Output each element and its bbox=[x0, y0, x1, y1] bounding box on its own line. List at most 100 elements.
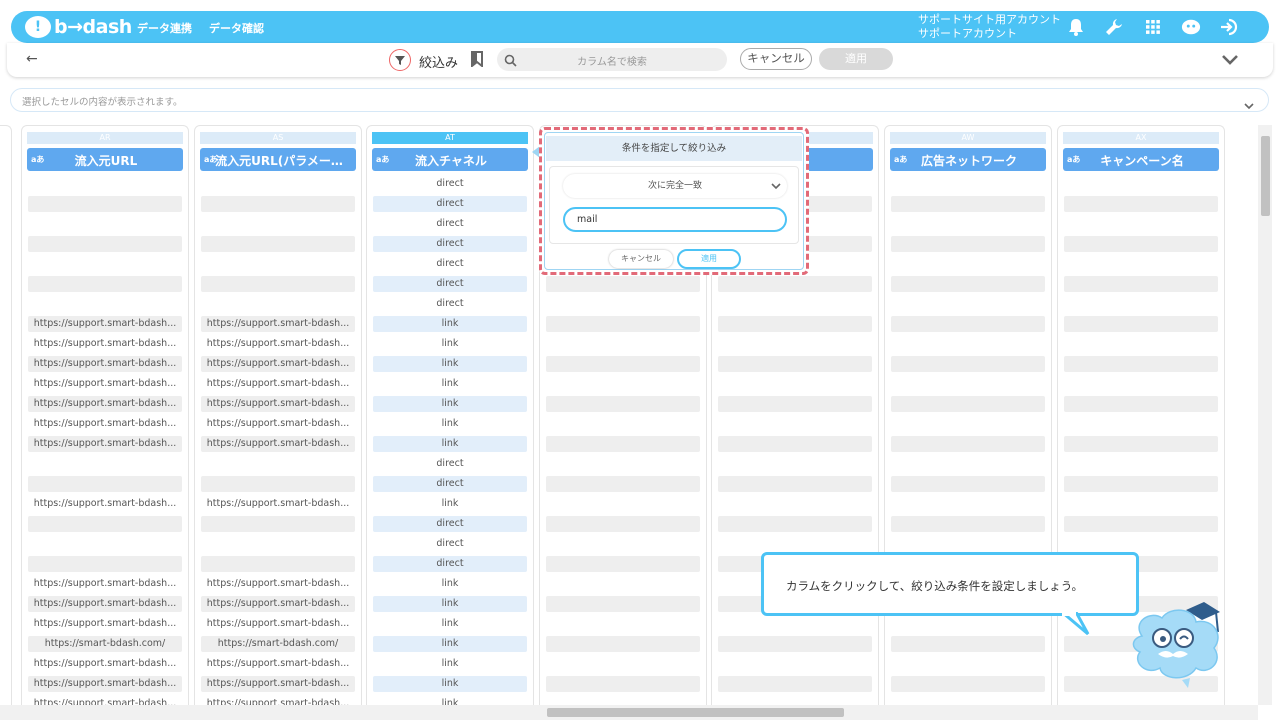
table-cell[interactable] bbox=[546, 636, 700, 652]
table-cell[interactable]: https://support.smart-bdash... bbox=[201, 396, 355, 412]
table-cell[interactable]: link bbox=[373, 376, 527, 392]
table-cell[interactable] bbox=[1064, 516, 1218, 532]
table-cell[interactable] bbox=[891, 536, 1045, 552]
table-cell[interactable]: https://support.smart-bdash... bbox=[28, 316, 182, 332]
table-cell[interactable] bbox=[1064, 476, 1218, 492]
table-cell[interactable]: https://support.smart-bdash... bbox=[201, 616, 355, 632]
table-cell[interactable]: https://support.smart-bdash... bbox=[201, 656, 355, 672]
table-cell[interactable]: link bbox=[373, 336, 527, 352]
table-cell[interactable] bbox=[546, 616, 700, 632]
column-letter[interactable]: AR bbox=[27, 132, 183, 144]
table-cell[interactable] bbox=[546, 376, 700, 392]
table-cell[interactable] bbox=[718, 316, 872, 332]
table-cell[interactable]: https://support.smart-bdash... bbox=[28, 396, 182, 412]
table-cell[interactable] bbox=[546, 416, 700, 432]
table-cell[interactable] bbox=[201, 516, 355, 532]
table-cell[interactable] bbox=[201, 196, 355, 212]
table-cell[interactable]: direct bbox=[373, 216, 527, 232]
column-header[interactable]: aあ 広告ネットワーク bbox=[890, 148, 1046, 171]
table-cell[interactable]: link bbox=[373, 656, 527, 672]
table-cell[interactable]: direct bbox=[373, 536, 527, 552]
table-cell[interactable] bbox=[201, 216, 355, 232]
chevron-down-icon[interactable] bbox=[1244, 95, 1254, 114]
table-cell[interactable]: link bbox=[373, 676, 527, 692]
table-cell[interactable] bbox=[718, 516, 872, 532]
table-cell[interactable] bbox=[28, 536, 182, 552]
table-cell[interactable]: direct bbox=[373, 556, 527, 572]
table-cell[interactable]: link bbox=[373, 596, 527, 612]
table-cell[interactable]: https://smart-bdash.com/ bbox=[201, 636, 355, 652]
table-cell[interactable]: direct bbox=[373, 296, 527, 312]
table-cell[interactable]: https://support.smart-bdash... bbox=[28, 496, 182, 512]
table-cell[interactable] bbox=[546, 596, 700, 612]
table-cell[interactable]: direct bbox=[373, 196, 527, 212]
column-search-input[interactable]: カラム名で検索 bbox=[497, 48, 727, 71]
table-cell[interactable] bbox=[201, 176, 355, 192]
table-cell[interactable]: https://support.smart-bdash... bbox=[28, 656, 182, 672]
table-cell[interactable] bbox=[891, 636, 1045, 652]
table-cell[interactable] bbox=[28, 176, 182, 192]
table-cell[interactable] bbox=[201, 296, 355, 312]
table-cell[interactable] bbox=[28, 476, 182, 492]
table-cell[interactable] bbox=[891, 396, 1045, 412]
table-cell[interactable] bbox=[1064, 396, 1218, 412]
table-cell[interactable] bbox=[546, 336, 700, 352]
table-cell[interactable] bbox=[1064, 296, 1218, 312]
table-cell[interactable] bbox=[1064, 356, 1218, 372]
table-cell[interactable] bbox=[546, 296, 700, 312]
table-cell[interactable] bbox=[891, 416, 1045, 432]
column-header[interactable]: aあ キャンペーン名 bbox=[1063, 148, 1219, 171]
table-cell[interactable] bbox=[718, 416, 872, 432]
table-cell[interactable] bbox=[1064, 236, 1218, 252]
table-cell[interactable] bbox=[891, 436, 1045, 452]
table-cell[interactable] bbox=[718, 676, 872, 692]
column-0[interactable]: AR aあ 流入元URL https://support.smart-bdash...… bbox=[21, 125, 189, 720]
table-cell[interactable] bbox=[1064, 496, 1218, 512]
table-cell[interactable]: direct bbox=[373, 276, 527, 292]
table-cell[interactable] bbox=[718, 476, 872, 492]
table-cell[interactable] bbox=[546, 516, 700, 532]
filter-value-input[interactable]: mail bbox=[563, 207, 787, 232]
table-cell[interactable] bbox=[1064, 196, 1218, 212]
table-cell[interactable] bbox=[28, 456, 182, 472]
table-cell[interactable]: https://support.smart-bdash... bbox=[201, 596, 355, 612]
table-cell[interactable] bbox=[891, 236, 1045, 252]
table-cell[interactable]: direct bbox=[373, 236, 527, 252]
table-cell[interactable] bbox=[28, 216, 182, 232]
table-cell[interactable]: https://support.smart-bdash... bbox=[28, 416, 182, 432]
table-cell[interactable] bbox=[546, 556, 700, 572]
nav-data-integration[interactable]: データ連携 bbox=[137, 20, 192, 36]
table-cell[interactable] bbox=[891, 456, 1045, 472]
horizontal-scroll-thumb[interactable] bbox=[547, 708, 844, 717]
table-cell[interactable]: https://support.smart-bdash... bbox=[201, 356, 355, 372]
table-cell[interactable] bbox=[546, 496, 700, 512]
table-cell[interactable]: https://support.smart-bdash... bbox=[28, 336, 182, 352]
column-letter[interactable]: AT bbox=[372, 132, 528, 144]
bookmark-icon[interactable] bbox=[470, 51, 484, 71]
table-cell[interactable] bbox=[546, 316, 700, 332]
table-cell[interactable] bbox=[28, 236, 182, 252]
table-cell[interactable] bbox=[891, 476, 1045, 492]
wrench-icon[interactable] bbox=[1104, 17, 1124, 37]
table-cell[interactable] bbox=[1064, 536, 1218, 552]
table-cell[interactable]: link bbox=[373, 316, 527, 332]
table-cell[interactable] bbox=[1064, 416, 1218, 432]
filter-label[interactable]: 絞込み bbox=[419, 52, 458, 71]
table-cell[interactable] bbox=[201, 536, 355, 552]
table-cell[interactable] bbox=[546, 436, 700, 452]
table-cell[interactable] bbox=[718, 336, 872, 352]
table-cell[interactable] bbox=[891, 296, 1045, 312]
table-cell[interactable] bbox=[718, 536, 872, 552]
table-cell[interactable]: link bbox=[373, 396, 527, 412]
table-cell[interactable]: https://support.smart-bdash... bbox=[28, 356, 182, 372]
mascot-icon[interactable] bbox=[1181, 17, 1201, 37]
table-cell[interactable]: https://support.smart-bdash... bbox=[28, 376, 182, 392]
table-cell[interactable] bbox=[1064, 456, 1218, 472]
table-cell[interactable]: https://support.smart-bdash... bbox=[201, 416, 355, 432]
column-letter[interactable]: AX bbox=[1063, 132, 1219, 144]
table-cell[interactable]: direct bbox=[373, 516, 527, 532]
table-cell[interactable] bbox=[1064, 316, 1218, 332]
apply-button[interactable]: 適用 bbox=[819, 48, 893, 70]
account-info[interactable]: サポートサイト用アカウント サポートアカウント bbox=[918, 13, 1061, 41]
table-cell[interactable] bbox=[201, 556, 355, 572]
